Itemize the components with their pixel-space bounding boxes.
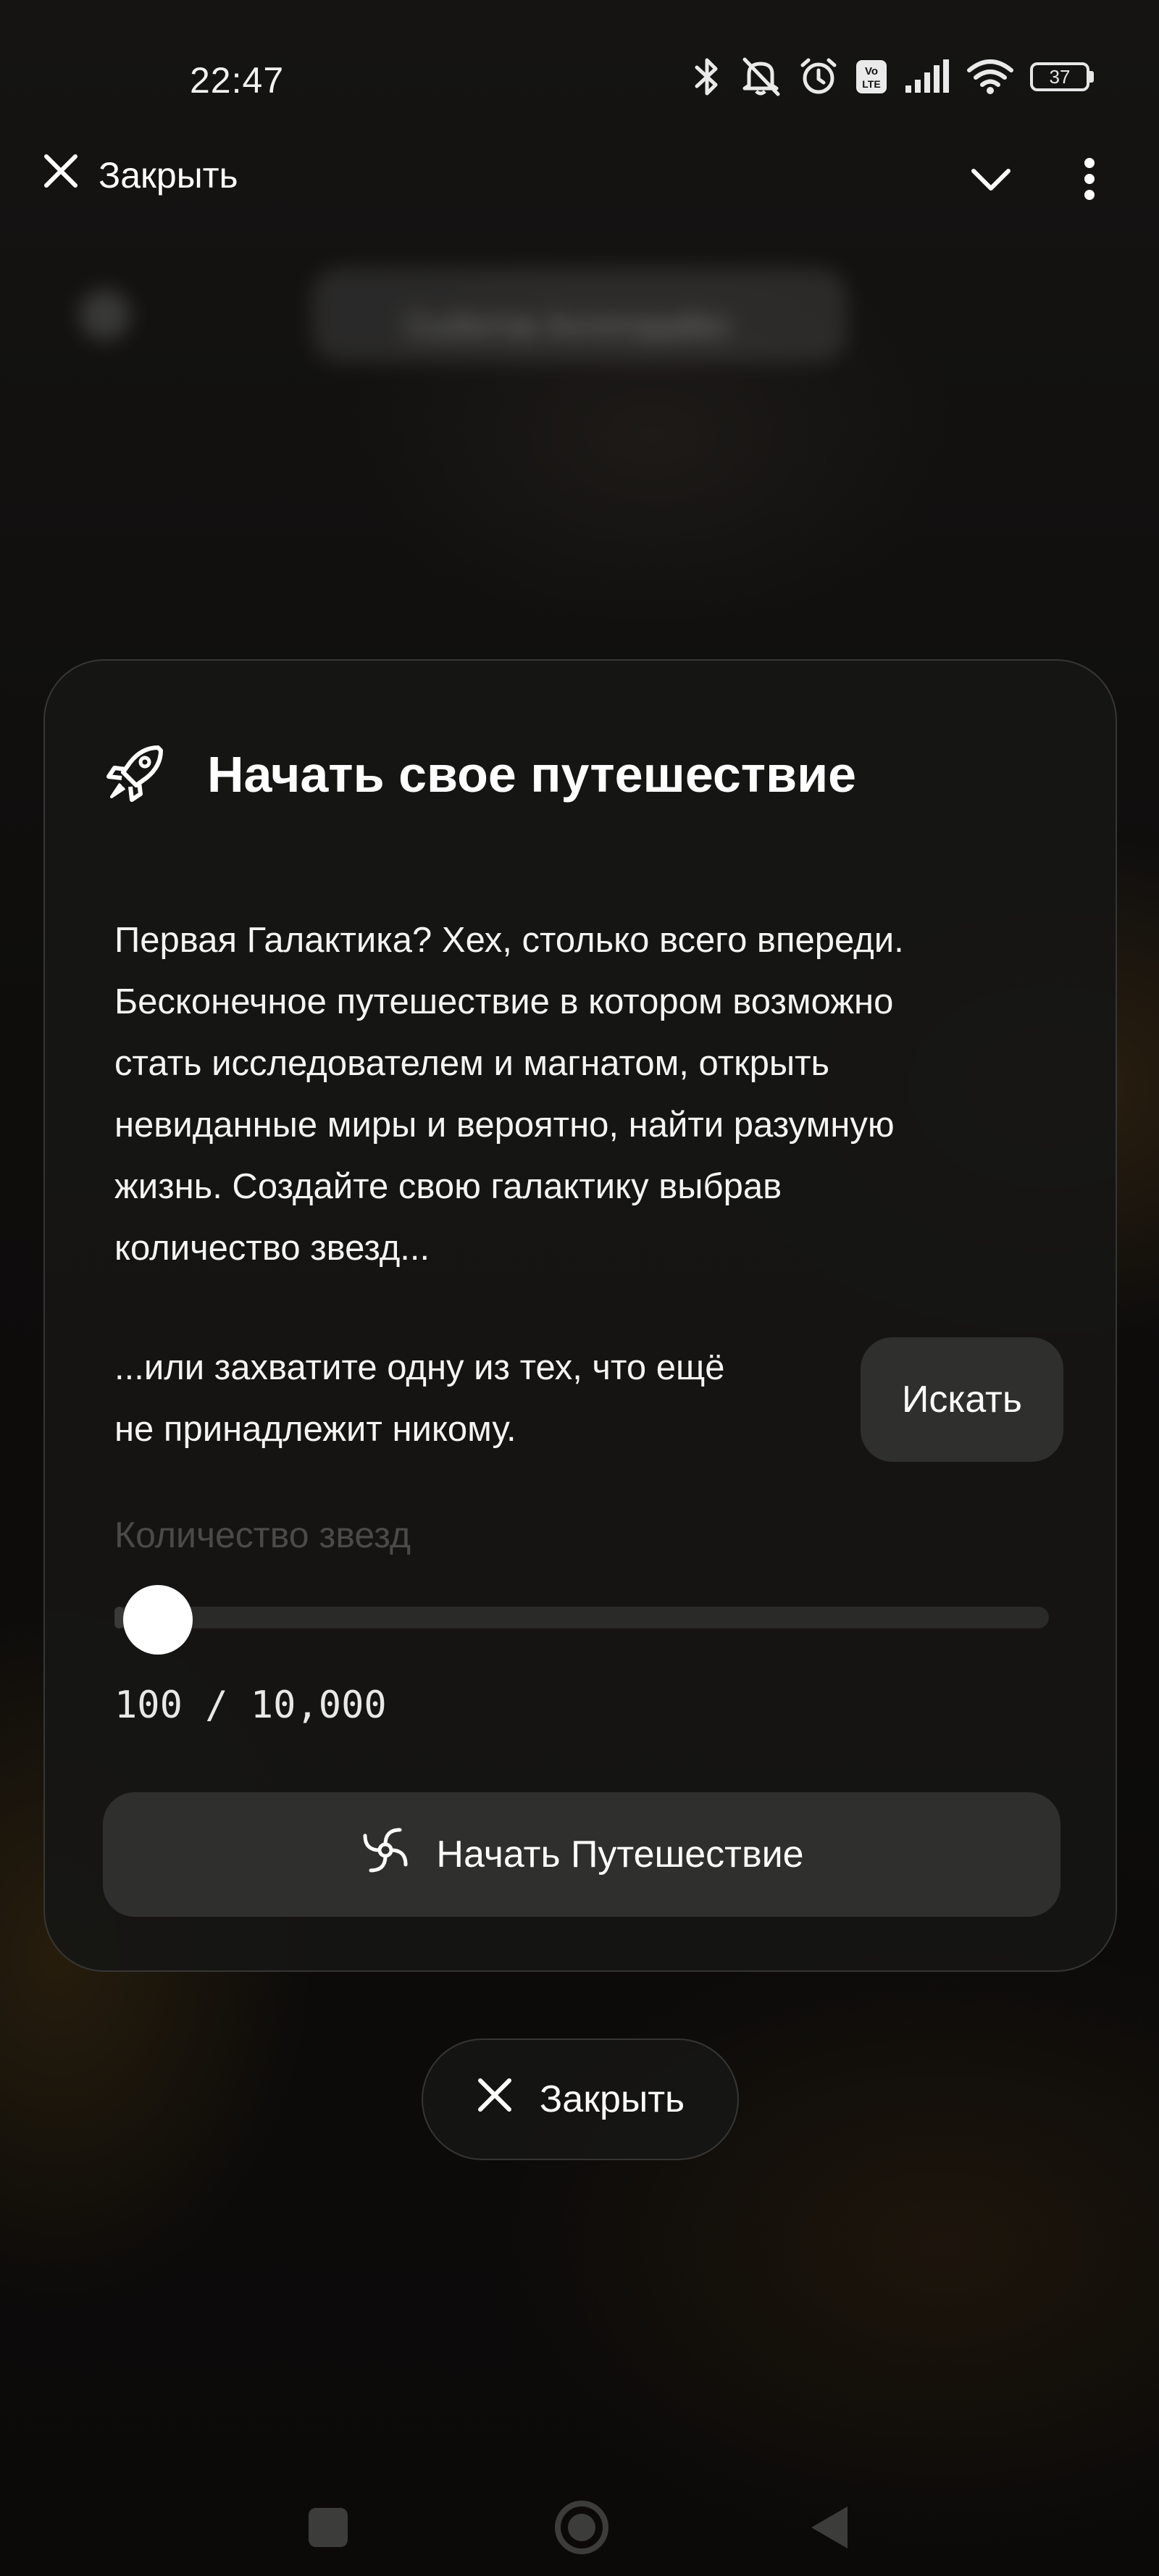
svg-text:Vo: Vo xyxy=(865,65,878,78)
more-options-button[interactable] xyxy=(1068,155,1111,206)
blurred-text: Сыбитов Aнтитоpaйог xyxy=(406,308,732,343)
signal-icon xyxy=(904,59,950,94)
bottom-close-label: Закрыть xyxy=(539,2078,685,2120)
close-icon xyxy=(42,152,80,198)
battery-level: 37 xyxy=(1030,62,1089,91)
battery-icon: 37 xyxy=(1030,62,1094,91)
capture-line: ...или захватите одну из тех, что ещё xyxy=(114,1348,725,1387)
home-circle-icon[interactable] xyxy=(553,2499,610,2556)
top-close-label: Закрыть xyxy=(99,155,238,196)
intro-text: Первая Галактика? Хех, столько всего впе… xyxy=(114,910,1078,1279)
search-button[interactable]: Искать xyxy=(861,1337,1063,1462)
intro-line: Первая Галактика? Хех, столько всего впе… xyxy=(114,921,904,960)
bottom-close-button[interactable]: Закрыть xyxy=(422,2038,739,2160)
spiral-galaxy-icon xyxy=(359,1824,411,1886)
star-count-value: 100 / 10,000 xyxy=(114,1684,387,1727)
start-journey-button[interactable]: Начать Путешествие xyxy=(103,1792,1060,1917)
recents-square-icon[interactable] xyxy=(309,2508,348,2547)
top-bar: Закрыть xyxy=(0,145,1159,217)
system-nav-bar xyxy=(0,2463,1159,2576)
journey-card: Начать свое путешествие Первая Галактика… xyxy=(43,659,1117,1972)
star-count-slider-track[interactable] xyxy=(114,1607,1049,1628)
status-time: 22:47 xyxy=(190,60,285,101)
bell-off-icon xyxy=(739,57,782,97)
intro-line: жизнь. Создайте свою галактику выбрав xyxy=(114,1167,782,1206)
wifi-icon xyxy=(966,59,1014,95)
intro-line: Бесконечное путешествие в котором возмож… xyxy=(114,982,894,1021)
intro-line: невиданные миры и вероятно, найти разумн… xyxy=(114,1105,895,1145)
status-icons: Vo LTE 37 xyxy=(691,57,1094,97)
card-header: Начать свое путешествие xyxy=(104,740,856,808)
volte-icon: Vo LTE xyxy=(855,59,888,95)
blurred-avatar xyxy=(80,290,130,340)
bluetooth-icon xyxy=(691,57,723,96)
intro-line: стать исследователем и магнатом, открыть xyxy=(114,1044,830,1083)
capture-line: не принадлежит никому. xyxy=(114,1410,516,1449)
blurred-background: Сыбитов Aнтитоpaйог xyxy=(0,239,1159,406)
close-icon xyxy=(476,2076,514,2123)
card-title: Начать свое путешествие xyxy=(207,745,857,803)
back-triangle-icon[interactable] xyxy=(807,2504,850,2551)
chevron-down-icon xyxy=(970,167,1012,196)
screen: 22:47 Vo LTE 37 Закрыть Сыбитов Aнтитоpa… xyxy=(0,0,1159,2576)
more-vertical-icon xyxy=(1084,157,1095,204)
capture-text: ...или захватите одну из тех, что ещё не… xyxy=(114,1337,839,1460)
status-bar: 22:47 Vo LTE 37 xyxy=(0,0,1159,152)
star-count-label: Количество звезд xyxy=(114,1515,411,1555)
slider-fill xyxy=(114,1607,124,1628)
start-journey-label: Начать Путешествие xyxy=(436,1833,804,1875)
intro-line: количество звезд... xyxy=(114,1229,430,1268)
rocket-icon xyxy=(104,740,168,808)
star-count-slider-thumb[interactable] xyxy=(123,1585,193,1655)
alarm-icon xyxy=(798,57,839,97)
svg-text:LTE: LTE xyxy=(862,78,880,90)
collapse-button[interactable] xyxy=(969,159,1013,203)
top-close-button[interactable]: Закрыть xyxy=(42,152,238,198)
